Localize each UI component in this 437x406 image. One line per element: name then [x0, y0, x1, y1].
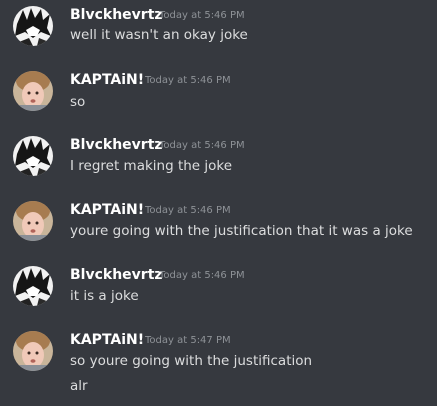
- username[interactable]: KAPTAiN!: [70, 71, 144, 89]
- timestamp: Today at 5:46 PM: [159, 10, 245, 21]
- person-avatar-icon[interactable]: [13, 331, 53, 371]
- anime-character-avatar-icon[interactable]: [13, 136, 53, 176]
- timestamp: Today at 5:47 PM: [145, 335, 231, 346]
- message-text: well it wasn't an okay joke: [70, 27, 248, 43]
- message-text: I regret making the joke: [70, 158, 233, 174]
- username[interactable]: Blvckhevrtz: [70, 136, 163, 154]
- timestamp: Today at 5:46 PM: [159, 270, 245, 281]
- anime-character-avatar-icon[interactable]: [13, 6, 53, 46]
- message-text: alr: [70, 378, 88, 394]
- person-avatar-icon[interactable]: [13, 71, 53, 111]
- username[interactable]: KAPTAiN!: [70, 201, 144, 219]
- timestamp: Today at 5:46 PM: [159, 140, 245, 151]
- username[interactable]: KAPTAiN!: [70, 331, 144, 349]
- timestamp: Today at 5:46 PM: [145, 75, 231, 86]
- person-avatar-icon[interactable]: [13, 201, 53, 241]
- message-text: it is a joke: [70, 288, 139, 304]
- anime-character-avatar-icon[interactable]: [13, 266, 53, 306]
- message-text: youre going with the justification that …: [70, 223, 413, 239]
- message-text: so: [70, 94, 86, 110]
- username[interactable]: Blvckhevrtz: [70, 266, 163, 284]
- username[interactable]: Blvckhevrtz: [70, 6, 163, 24]
- message-text: so youre going with the justification: [70, 353, 313, 369]
- chat-message-list: Blvckhevrtz Today at 5:46 PM well it was…: [0, 0, 437, 406]
- timestamp: Today at 5:46 PM: [145, 205, 231, 216]
